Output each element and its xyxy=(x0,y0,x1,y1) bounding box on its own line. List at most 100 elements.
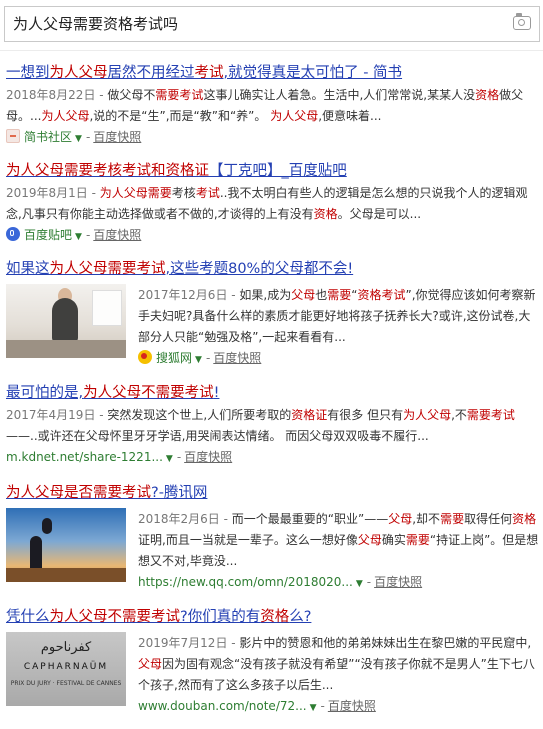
result-thumbnail[interactable] xyxy=(6,508,126,582)
result-text: 2018年2月6日 - 而一个最最重要的“职业”——父母,却不需要取得任何资格证… xyxy=(138,508,540,595)
poster-arabic-title: كفرناحوم xyxy=(40,640,92,655)
thumb-person xyxy=(52,298,78,342)
chevron-down-icon[interactable]: ▼ xyxy=(195,355,202,365)
cache-link[interactable]: 百度快照 xyxy=(374,575,422,589)
result-thumbnail[interactable]: كفرناحوم CAPHARNAÜM PRIX DU JURY · FESTI… xyxy=(6,632,126,706)
abstract-keyword: 资格 xyxy=(512,512,537,526)
cache-link[interactable]: 百度快照 xyxy=(93,130,141,144)
title-keyword[interactable]: 为人父母 xyxy=(50,65,108,81)
result-4: 最可怕的是,为人父母不需要考试! 2017年4月19日 - 突然发现这个世上,人… xyxy=(6,382,540,470)
abstract-keyword: 为人父母 xyxy=(41,109,90,123)
abstract-keyword: 资格 xyxy=(475,88,500,102)
title-text[interactable]: ?你们真的有 xyxy=(180,609,260,625)
result-title[interactable]: 为人父母是否需要考试?-腾讯网 xyxy=(6,482,540,504)
title-text[interactable]: 【丁克吧】_百度贴吧 xyxy=(209,163,347,179)
title-text[interactable]: 凭什么 xyxy=(6,609,50,625)
cache-link[interactable]: 百度快照 xyxy=(213,351,261,365)
result-source: m.kdnet.net/share-1221... ▼ - 百度快照 xyxy=(6,447,540,470)
result-text: 2017年12月6日 - 如果,成为父母也需要“资格考试”,你觉得应该如何考察新… xyxy=(138,284,540,371)
title-text[interactable]: ?-腾讯网 xyxy=(151,485,207,501)
abstract-text: 也 xyxy=(315,288,328,302)
result-body: 2018年2月6日 - 而一个最最重要的“职业”——父母,却不需要取得任何资格证… xyxy=(6,508,540,595)
abstract-text: 而一个最最重要的“职业”—— xyxy=(231,512,389,526)
title-text[interactable]: 一想到 xyxy=(6,65,50,81)
result-abstract: 2018年8月22日 - 做父母不需要考试这事儿确实让人着急。生活中,人们常常说… xyxy=(6,85,540,127)
result-title[interactable]: 为人父母需要考核考试和资格证【丁克吧】_百度贴吧 xyxy=(6,160,540,182)
result-6: 凭什么为人父母不需要考试?你们真的有资格么? كفرناحوم CAPHARNA… xyxy=(6,606,540,719)
abstract-keyword: 为人父母 xyxy=(403,408,452,422)
cache-link[interactable]: 百度快照 xyxy=(328,699,376,713)
abstract-text: 如果,成为 xyxy=(239,288,292,302)
divider xyxy=(0,50,543,51)
separator: - xyxy=(205,351,211,365)
title-text[interactable]: ! xyxy=(214,385,220,401)
result-date: 2017年12月6日 - xyxy=(138,288,240,302)
search-input[interactable] xyxy=(13,7,503,41)
thumb-window xyxy=(92,290,122,326)
result-1: 一想到为人父母居然不用经过考试,就觉得真是太可怕了 - 简书 2018年8月22… xyxy=(6,62,540,150)
abstract-text: ,却不 xyxy=(412,512,441,526)
result-thumbnail[interactable] xyxy=(6,284,126,358)
abstract-keyword: 资格 xyxy=(313,207,338,221)
separator: - xyxy=(366,575,372,589)
result-title[interactable]: 最可怕的是,为人父母不需要考试! xyxy=(6,382,540,404)
abstract-text: ,便意味着... xyxy=(318,109,382,123)
result-2: 为人父母需要考核考试和资格证【丁克吧】_百度贴吧 2019年8月1日 - 为人父… xyxy=(6,160,540,248)
chevron-down-icon[interactable]: ▼ xyxy=(356,579,363,589)
result-url[interactable]: https://new.qq.com/omn/2018020... xyxy=(138,575,353,589)
title-text[interactable]: 居然不用经过 xyxy=(108,65,195,81)
title-keyword[interactable]: 为人父母不需要考试 xyxy=(50,609,181,625)
result-source: 搜狐网 ▼ - 百度快照 xyxy=(138,348,540,371)
result-source: 百度贴吧 ▼ - 百度快照 xyxy=(6,225,540,248)
result-title[interactable]: 凭什么为人父母不需要考试?你们真的有资格么? xyxy=(6,606,540,628)
site-name[interactable]: 搜狐网 xyxy=(156,351,192,365)
title-text[interactable]: 最可怕的是, xyxy=(6,385,83,401)
thumb-adult xyxy=(30,536,42,572)
cache-link[interactable]: 百度快照 xyxy=(93,228,141,242)
thumb-ground xyxy=(6,568,126,582)
abstract-text: 取得任何 xyxy=(464,512,513,526)
result-url[interactable]: www.douban.com/note/72... xyxy=(138,699,307,713)
result-date: 2019年7月12日 - xyxy=(138,636,240,650)
abstract-keyword: 考试 xyxy=(195,186,220,200)
chevron-down-icon[interactable]: ▼ xyxy=(75,232,82,242)
abstract-text: 证明,而且一当就是一辈子。这么一想好像 xyxy=(138,533,358,547)
result-abstract: 2018年2月6日 - 而一个最最重要的“职业”——父母,却不需要取得任何资格证… xyxy=(138,509,540,572)
title-text[interactable]: 么? xyxy=(289,609,311,625)
title-text[interactable]: ,这些考题80%的父母都不会! xyxy=(166,261,354,277)
camera-icon[interactable] xyxy=(513,13,531,30)
chevron-down-icon[interactable]: ▼ xyxy=(310,703,317,713)
title-keyword[interactable]: 为人父母不需要考试 xyxy=(83,385,214,401)
title-keyword[interactable]: 为人父母需要考核考试和资格证 xyxy=(6,163,209,179)
result-title[interactable]: 一想到为人父母居然不用经过考试,就觉得真是太可怕了 - 简书 xyxy=(6,62,540,84)
abstract-text: 突然发现这个世上,人们所要考取的 xyxy=(107,408,292,422)
result-date: 2018年2月6日 - xyxy=(138,512,232,526)
abstract-keyword: 需要 xyxy=(440,512,465,526)
result-url[interactable]: m.kdnet.net/share-1221... xyxy=(6,450,163,464)
title-keyword[interactable]: 为人父母需要考试 xyxy=(50,261,166,277)
chevron-down-icon[interactable]: ▼ xyxy=(166,454,173,464)
result-date: 2018年8月22日 - xyxy=(6,88,108,102)
title-keyword[interactable]: 为人父母是否需要考试 xyxy=(6,485,151,501)
cache-link[interactable]: 百度快照 xyxy=(184,450,232,464)
title-text[interactable]: 如果这 xyxy=(6,261,50,277)
site-name[interactable]: 简书社区 xyxy=(24,130,72,144)
result-title[interactable]: 如果这为人父母需要考试,这些考题80%的父母都不会! xyxy=(6,258,540,280)
abstract-text: ,不 xyxy=(451,408,467,422)
site-name[interactable]: 百度贴吧 xyxy=(24,228,72,242)
abstract-keyword: 资格证 xyxy=(291,408,328,422)
separator: - xyxy=(320,699,325,713)
result-date: 2017年4月19日 - xyxy=(6,408,108,422)
abstract-text: 确实 xyxy=(381,533,406,547)
result-date: 2019年8月1日 - xyxy=(6,186,100,200)
abstract-text: 这事儿确实让人着急。生活中,人们常常说,某某人没 xyxy=(203,88,476,102)
abstract-keyword: 需要考试 xyxy=(155,88,204,102)
abstract-text: 影片中的赞恩和他的弟弟妹妹出生在黎巴嫩的平民窟中, xyxy=(239,636,532,650)
chevron-down-icon[interactable]: ▼ xyxy=(75,134,82,144)
poster-caption: PRIX DU JURY · FESTIVAL DE CANNES xyxy=(10,680,122,687)
abstract-text: 做父母不 xyxy=(107,88,156,102)
title-keyword[interactable]: 资格 xyxy=(260,609,289,625)
title-keyword[interactable]: 考试 xyxy=(195,65,224,81)
result-abstract: 2019年7月12日 - 影片中的赞恩和他的弟弟妹妹出生在黎巴嫩的平民窟中, 父母… xyxy=(138,633,540,696)
title-text[interactable]: ,就觉得真是太可怕了 - 简书 xyxy=(224,65,403,81)
